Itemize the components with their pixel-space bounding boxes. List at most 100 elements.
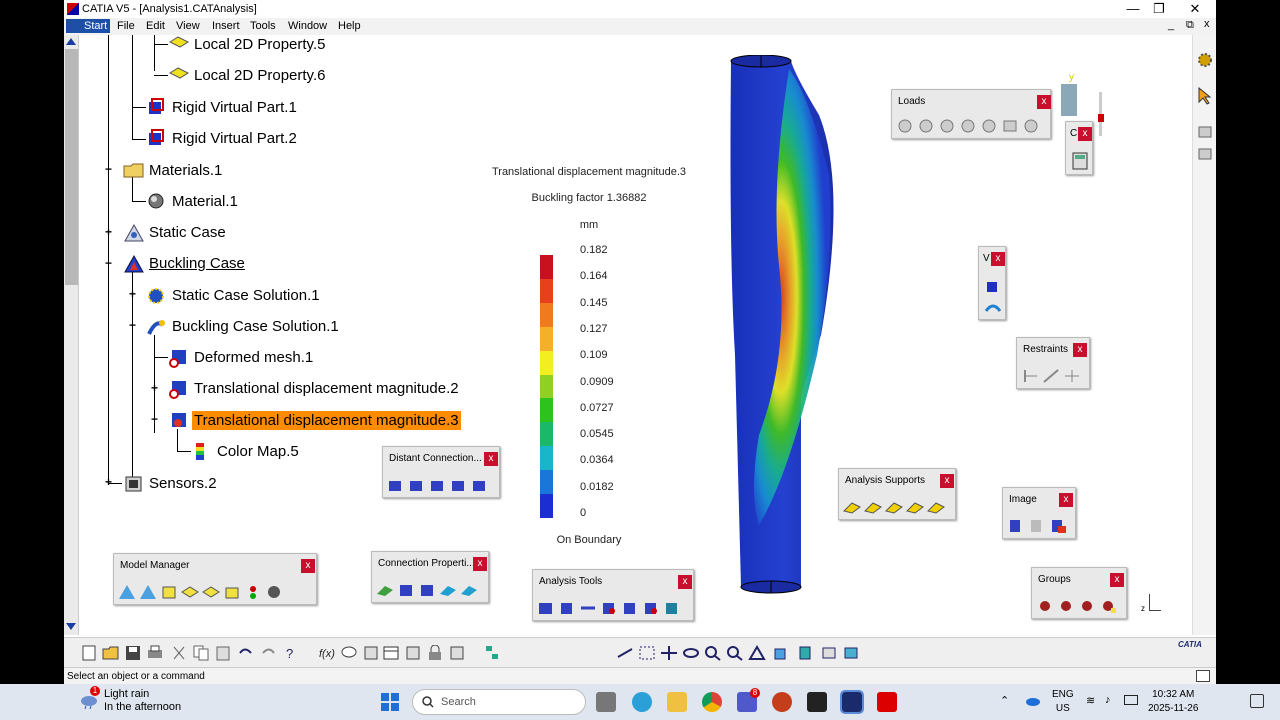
tree-node-deformed-mesh-1[interactable]: Deformed mesh.1 — [168, 346, 315, 368]
menu-window[interactable]: Window — [288, 20, 327, 32]
tree-node-material-1[interactable]: Material.1 — [146, 190, 240, 212]
new-icon[interactable] — [80, 645, 98, 661]
close-icon[interactable]: x — [1110, 573, 1124, 587]
material-icon[interactable] — [265, 584, 283, 600]
taskbar-search[interactable]: Search — [412, 689, 586, 715]
whats-this-icon[interactable]: ? — [282, 645, 300, 661]
points-to-point-icon[interactable] — [927, 499, 945, 515]
body-group-icon[interactable] — [1099, 598, 1117, 614]
close-icon[interactable]: x — [940, 474, 954, 488]
redo-icon[interactable] — [260, 645, 278, 661]
rigid-connection-icon[interactable] — [387, 477, 405, 493]
tree-node-sensors-2[interactable]: Sensors.2 — [123, 472, 219, 494]
inner-restore-button[interactable]: ⧉ — [1186, 19, 1194, 32]
knowledge-icon[interactable] — [362, 645, 380, 661]
restore-button[interactable]: ❐ — [1142, 1, 1176, 17]
command-input-icon[interactable] — [1196, 670, 1210, 682]
battery-icon[interactable] — [1124, 695, 1138, 705]
swap-visible-space-icon[interactable] — [842, 645, 860, 661]
notification-icon[interactable] — [1250, 694, 1264, 708]
powerpoint-icon[interactable] — [772, 692, 792, 712]
tree-node-translational-displacement-magnitude-2[interactable]: Translational displacement magnitude.2 — [168, 377, 461, 399]
zoom-out-icon[interactable] — [726, 645, 744, 661]
weather-widget[interactable]: Light rain In the afternoon — [84, 688, 181, 714]
menu-help[interactable]: Help — [338, 20, 361, 32]
tree-node-static-case[interactable]: Static Case — [123, 221, 228, 243]
close-icon[interactable]: x — [991, 252, 1005, 266]
line-analysis-connection-icon[interactable] — [885, 499, 903, 515]
menu-view[interactable]: View — [176, 20, 200, 32]
line-group-icon[interactable] — [1057, 598, 1075, 614]
info-icon[interactable] — [621, 600, 639, 616]
bolt-tightening-icon[interactable] — [460, 582, 478, 598]
amplification-magnitude-icon[interactable] — [579, 600, 597, 616]
tree-scrollbar[interactable] — [64, 35, 79, 635]
close-icon[interactable]: x — [1037, 95, 1051, 109]
acrobat-icon[interactable] — [877, 692, 897, 712]
language-indicator[interactable]: ENG US — [1052, 688, 1074, 716]
collapse-toggle[interactable]: − — [103, 257, 114, 270]
pan-icon[interactable] — [660, 645, 678, 661]
gear-icon[interactable] — [1196, 51, 1214, 67]
cut-plane-icon[interactable] — [558, 600, 576, 616]
expand-toggle[interactable]: + — [127, 288, 138, 301]
tree-node-rigid-virtual-part-1[interactable]: Rigid Virtual Part.1 — [146, 96, 299, 118]
windows-start-icon[interactable] — [380, 692, 400, 712]
advanced-restraint-icon[interactable] — [1063, 368, 1081, 384]
extrema-detection-icon[interactable] — [600, 600, 618, 616]
close-icon[interactable]: x — [484, 452, 498, 466]
close-icon[interactable]: x — [1078, 127, 1092, 141]
smooth-connection-icon[interactable] — [408, 477, 426, 493]
copy-icon[interactable] — [192, 645, 210, 661]
chevron-up-icon[interactable]: ⌃ — [1000, 694, 1009, 707]
task-view-icon[interactable] — [596, 692, 616, 712]
terminal-icon[interactable] — [807, 692, 827, 712]
pressure-fitting-icon[interactable] — [439, 582, 457, 598]
tree-node-buckling-case-solution-1[interactable]: Buckling Case Solution.1 — [146, 315, 341, 337]
tree-node-buckling-case[interactable]: Buckling Case — [123, 252, 247, 274]
tree-node-local-2d-property-6[interactable]: Local 2D Property.6 — [168, 64, 327, 86]
expand-toggle[interactable]: + — [149, 382, 160, 395]
close-button[interactable]: ✕ — [1178, 1, 1212, 17]
general-analysis-connection-icon[interactable] — [843, 499, 861, 515]
zoom-in-icon[interactable] — [704, 645, 722, 661]
moment-icon[interactable] — [938, 118, 956, 134]
3d-property-icon[interactable] — [160, 584, 178, 600]
onedrive-icon[interactable] — [1025, 694, 1041, 708]
animate-icon[interactable] — [537, 600, 555, 616]
deformed-model-view[interactable] — [719, 54, 839, 600]
parameters-icon[interactable] — [448, 645, 466, 661]
table-icon[interactable] — [382, 645, 400, 661]
acceleration-icon[interactable] — [980, 118, 998, 134]
spring-connection-icon[interactable] — [450, 477, 468, 493]
scroll-down-arrow[interactable] — [66, 623, 76, 630]
calculator-icon[interactable] — [1071, 152, 1089, 170]
menu-insert[interactable]: Insert — [212, 20, 240, 32]
pressure-icon[interactable] — [896, 118, 914, 134]
expand-toggle[interactable]: + — [103, 226, 114, 239]
mesh-check-icon[interactable] — [244, 584, 262, 600]
file-explorer-icon[interactable] — [667, 692, 687, 712]
virtual-part-icon[interactable] — [984, 278, 1002, 294]
inner-minimize-button[interactable]: _ — [1168, 19, 1174, 31]
2d-property-icon[interactable] — [181, 584, 199, 600]
cut-icon[interactable] — [170, 645, 188, 661]
surface-slider-icon[interactable] — [1042, 368, 1060, 384]
volume-icon[interactable]: ♪ — [1105, 694, 1111, 706]
bearing-load-icon[interactable] — [959, 118, 977, 134]
tetrahedron-mesher-icon[interactable] — [118, 584, 136, 600]
inner-close-button[interactable]: x — [1204, 18, 1210, 30]
collapse-toggle[interactable]: − — [103, 163, 114, 176]
slider-connection-icon[interactable] — [376, 582, 394, 598]
undo-icon[interactable] — [236, 645, 254, 661]
comment-icon[interactable] — [340, 645, 358, 661]
tree-node-rigid-virtual-part-2[interactable]: Rigid Virtual Part.2 — [146, 127, 299, 149]
force-density-icon[interactable] — [1022, 118, 1040, 134]
copilot-icon[interactable] — [632, 692, 652, 712]
close-icon[interactable]: x — [473, 557, 487, 571]
octree-mesher-icon[interactable] — [139, 584, 157, 600]
fastened-connection-icon[interactable] — [418, 582, 436, 598]
collapse-toggle[interactable]: − — [127, 319, 138, 332]
smooth-virtual-part-icon[interactable] — [984, 299, 1002, 315]
expand-toggle[interactable]: + — [103, 476, 114, 489]
